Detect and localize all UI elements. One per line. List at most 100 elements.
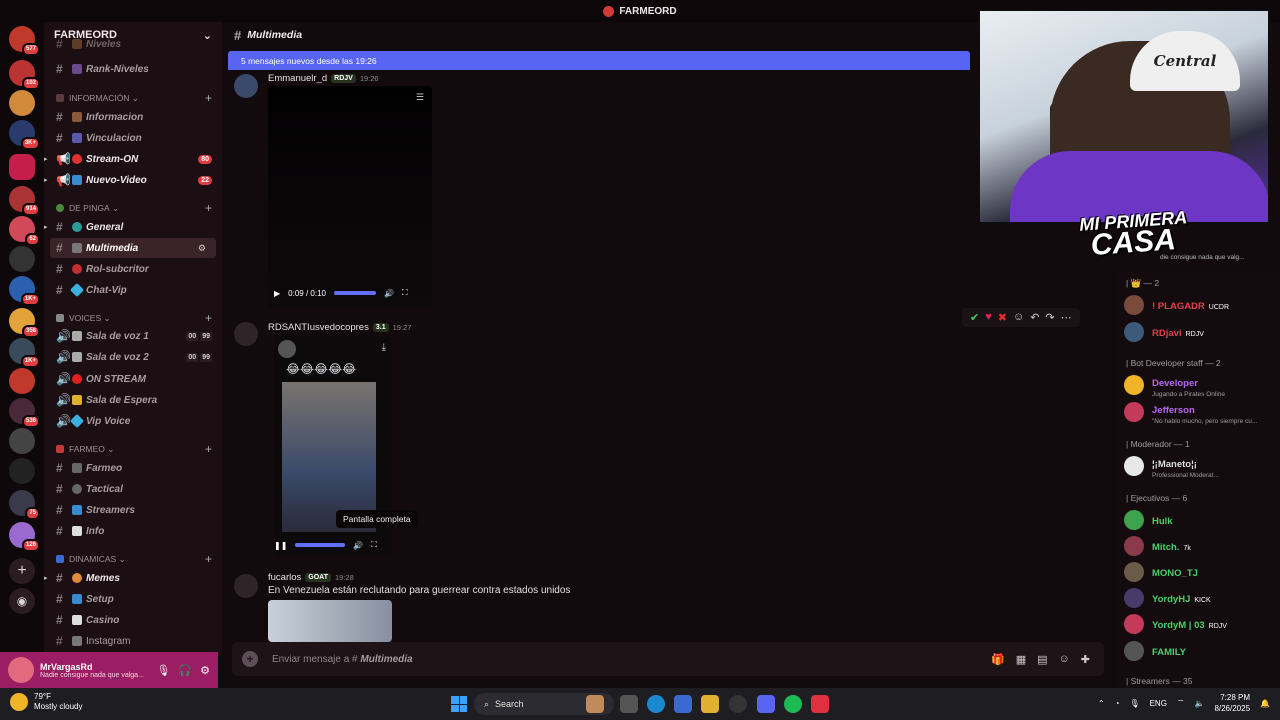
avatar[interactable] [8,657,34,683]
channel-item[interactable]: # Informacion [44,107,222,127]
channel-item[interactable]: # Chat-Vip [44,280,222,300]
chevron-up-icon[interactable]: ⌃ [1098,699,1105,708]
voice-channel-item[interactable]: 🔊 Sala de voz 1 00 99 [44,326,222,346]
member-item[interactable]: FAMILY [1124,640,1274,662]
channel-niveles-partial[interactable]: # Niveles [44,37,222,51]
app-icon[interactable] [586,695,604,713]
channel-item[interactable]: # Casino [44,610,222,630]
category-informacion[interactable]: INFORMACIÓN ⌄ + [44,90,222,106]
avatar[interactable] [234,322,258,346]
message-composer[interactable]: + Enviar mensaje a # Multimedia 🎁 ▦ ▤ ☺ … [232,642,1104,676]
avatar[interactable] [234,574,258,598]
gif-icon[interactable]: ▦ [1016,653,1026,666]
gift-icon[interactable]: 🎁 [991,653,1005,666]
server-icon[interactable]: 1K+ [9,276,40,306]
server-icon[interactable] [9,428,35,454]
fullscreen-icon[interactable]: ⛶ [402,288,408,298]
voice-channel-item[interactable]: 🔊 Vip Voice [44,411,222,431]
channel-item-memes[interactable]: ▸ # Memes [44,568,222,588]
channel-item[interactable]: # Streamers [44,500,222,520]
member-item[interactable]: Jefferson "No hablo mucho, pero siempre c… [1124,401,1274,425]
edge-icon[interactable] [647,695,665,713]
attach-plus-icon[interactable]: + [242,651,258,667]
voice-channel-item[interactable]: 🔊 Sala de Espera [44,390,222,410]
add-channel-icon[interactable]: + [205,91,212,105]
avatar[interactable] [234,74,258,98]
channel-item[interactable]: # Farmeo [44,458,222,478]
copilot-icon[interactable] [674,695,692,713]
voice-channel-item[interactable]: 🔊 Sala de voz 2 00 99 [44,347,222,367]
add-channel-icon[interactable]: + [205,311,212,325]
member-item[interactable]: YordyM | 03 RDJV [1124,613,1274,635]
volume-icon[interactable]: 🔊 [353,541,363,550]
channel-item-multimedia-active[interactable]: # Multimedia ⚙ [50,238,216,258]
server-icon[interactable]: 3K+ [9,120,40,150]
server-icon[interactable] [9,154,35,180]
language-indicator[interactable]: ENG [1150,699,1167,708]
channel-item[interactable]: # Setup [44,589,222,609]
notification-bell-icon[interactable]: 🔔 [1260,699,1270,708]
server-icon[interactable]: 914 [9,186,40,216]
chrome-icon[interactable] [729,695,747,713]
fullscreen-icon[interactable]: ⛶ [371,540,377,550]
channel-item[interactable]: # Rol-subcritor [44,259,222,279]
author-name[interactable]: fucarlos [268,572,301,583]
server-icon[interactable]: 536 [9,398,40,428]
channel-item-stream-on[interactable]: ▸ 📢 Stream-ON 80 [44,149,222,169]
channel-item[interactable]: # Tactical [44,479,222,499]
server-icon[interactable]: 577 [9,26,40,56]
progress-bar[interactable] [295,543,346,547]
voice-channel-item[interactable]: 🔊 ON STREAM [44,369,222,389]
server-icon[interactable] [9,246,35,272]
server-icon[interactable]: 126 [9,522,40,552]
add-reaction-icon[interactable]: ☺ [1013,311,1024,324]
recording-app-icon[interactable] [811,695,829,713]
channel-item[interactable]: # Info [44,521,222,541]
sticker-icon[interactable]: ▤ [1037,653,1047,666]
file-explorer-icon[interactable] [701,695,719,713]
member-item[interactable]: Developer Jugando a Pirates Online [1124,374,1274,398]
play-icon[interactable]: ▶ [274,289,280,298]
forward-icon[interactable]: ↷ [1045,311,1054,324]
menu-icon[interactable]: ☰ [416,92,424,103]
member-group-header[interactable]: | 👑 — 2 [1126,278,1159,289]
new-messages-banner[interactable]: 5 mensajes nuevos desde las 19:26 [228,51,970,70]
invite-settings-gear-icon[interactable]: ⚙ [198,243,206,254]
apps-icon[interactable]: ✚ [1081,653,1090,666]
discover-compass-icon[interactable]: ◉ [9,588,35,614]
add-channel-icon[interactable]: + [205,442,212,456]
reply-icon[interactable]: ↶ [1030,311,1039,324]
add-server-button[interactable]: + [9,558,35,584]
author-name[interactable]: Emmanuelr_d [268,73,327,84]
category-voices[interactable]: VOICES ⌄ + [44,310,222,326]
progress-bar[interactable] [333,291,376,295]
add-channel-icon[interactable]: + [205,552,212,566]
member-item[interactable]: YordyHJ KICK [1124,587,1274,609]
server-icon[interactable] [9,90,35,116]
add-channel-icon[interactable]: + [205,201,212,215]
discord-icon[interactable] [757,695,775,713]
weather-widget[interactable]: 79°F Mostly cloudy [10,692,82,712]
member-item[interactable]: ! PLAGADR UCDR [1124,294,1274,316]
mic-icon[interactable]: 🎙 [1129,699,1139,708]
channel-item-nuevo-video[interactable]: ▸ 📢 Nuevo-Video 22 [44,170,222,190]
check-reaction-icon[interactable]: ✔ [970,311,979,324]
image-attachment[interactable] [268,600,392,642]
more-icon[interactable]: ⋯ [1061,311,1072,324]
windows-start-icon[interactable] [451,696,467,712]
volume-icon[interactable]: 🔈 [1194,699,1204,708]
member-item[interactable]: MONO_TJ [1124,561,1274,583]
headphones-icon[interactable]: 🎧 [178,664,192,677]
category-farmeo[interactable]: FARMEO ⌄ + [44,441,222,457]
volume-icon[interactable]: 🔊 [384,289,394,298]
microphone-icon[interactable]: 🎙 [156,664,170,677]
member-item[interactable]: ¦¡Maneto¦¡ Professional Moderat... [1124,455,1274,479]
server-icon[interactable]: 75 [9,490,40,520]
pause-icon[interactable]: ❚❚ [274,541,287,550]
server-icon[interactable] [9,458,35,484]
member-item[interactable]: RDjavi RDJV [1124,321,1274,343]
network-icon[interactable]: ◔ [1115,699,1120,708]
member-item[interactable]: Hulk [1124,509,1274,531]
member-group-header[interactable]: | Bot Developer staff — 2 [1126,358,1221,368]
video-attachment[interactable]: ☰ ▶ 0:09 / 0:10 🔊 ⛶ [268,86,432,308]
